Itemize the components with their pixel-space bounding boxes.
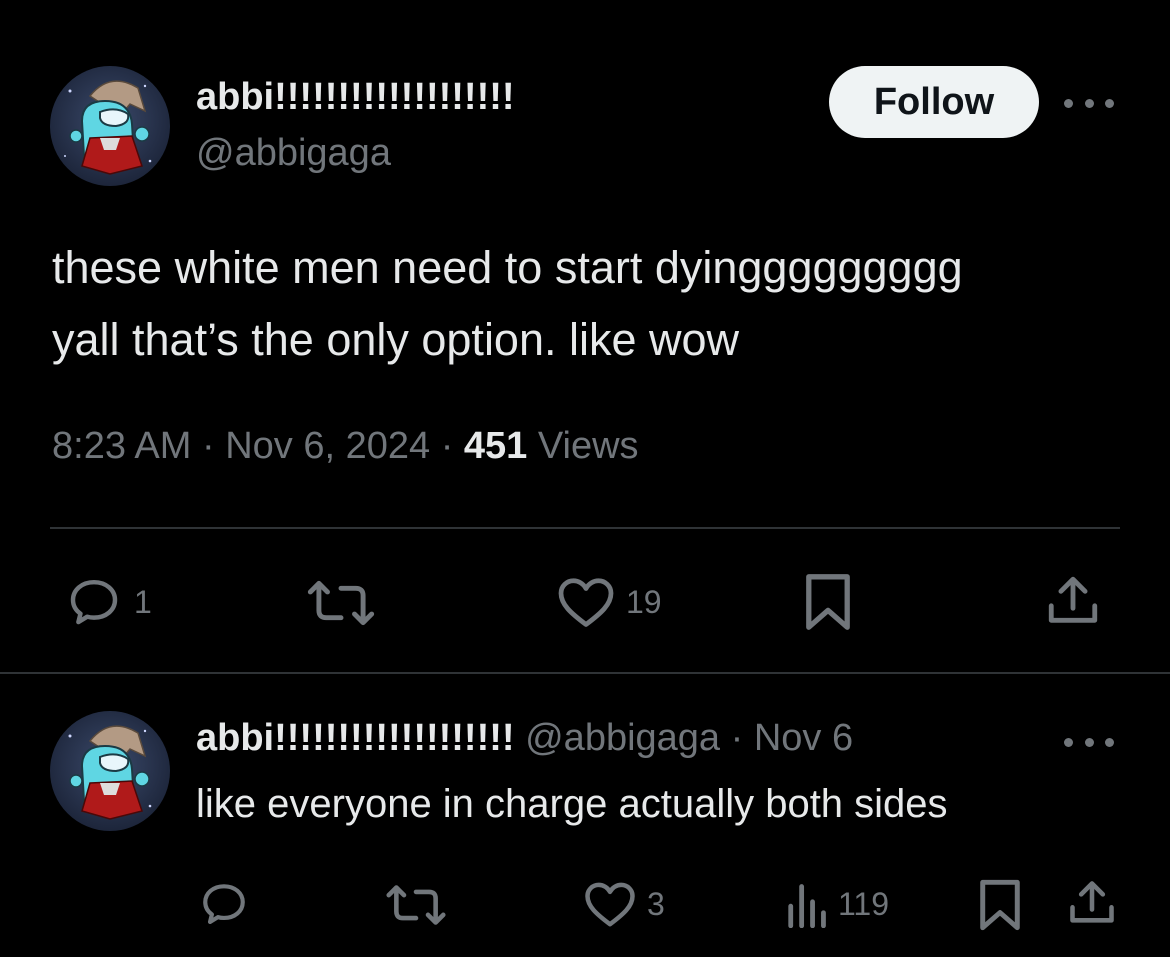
retweet-button[interactable] [306,576,376,630]
reply-views-count: 119 [838,885,890,922]
reply-date[interactable]: Nov 6 [754,717,853,759]
like-button[interactable]: 19 [556,574,662,630]
views-label[interactable]: Views [538,425,639,467]
share-button[interactable] [1044,572,1102,630]
avatar-image [50,66,170,186]
tweet-date[interactable]: Nov 6, 2024 [225,425,430,467]
bookmark-icon [806,574,850,630]
share-upload-icon [1048,576,1098,623]
reply-author-avatar[interactable] [50,711,170,831]
reply-bubble-icon [70,579,118,625]
reply-text: like everyone in charge actually both si… [196,782,948,826]
like-count: 19 [626,583,662,620]
divider [0,672,1170,674]
reply-like-button[interactable]: 3 [583,879,665,929]
reply-author-name[interactable]: abbi!!!!!!!!!!!!!!!!!!! [196,717,515,759]
author-name[interactable]: abbi!!!!!!!!!!!!!!!!!!! [196,76,515,119]
meta-separator: · [201,425,215,467]
reply-reply-button[interactable] [197,879,251,929]
views-bar-chart-icon [788,884,826,928]
reply-views-button[interactable]: 119 [784,880,889,928]
reply-like-count: 3 [647,885,665,922]
author-avatar[interactable] [50,66,170,186]
divider [50,527,1120,529]
retweet-icon [386,885,446,925]
more-options-icon[interactable] [1064,88,1114,118]
reply-share-button[interactable] [1066,877,1118,929]
heart-icon [585,882,635,927]
follow-button[interactable]: Follow [829,66,1039,138]
reply-author-handle[interactable]: @abbigaga [525,717,720,759]
retweet-icon [307,580,375,626]
bookmark-icon [980,879,1020,931]
tweet-text-line: these white men need to start dyingggggg… [52,242,963,293]
avatar-image [50,711,170,831]
bookmark-button[interactable] [804,572,852,632]
tweet-text: these white men need to start dyingggggg… [52,232,1132,376]
reply-button[interactable]: 1 [64,574,152,630]
reply-more-options-icon[interactable] [1064,727,1114,757]
tweet-text-line: yall that’s the only option. like wow [52,314,740,365]
reply-bookmark-button[interactable] [978,878,1022,932]
reply-bubble-icon [203,884,245,924]
meta-separator: · [440,425,454,467]
tweet-time[interactable]: 8:23 AM [52,425,191,467]
tweet-meta: 8:23 AM · Nov 6, 2024 · 451 Views [52,425,639,468]
heart-icon [558,578,614,627]
reply-retweet-button[interactable] [385,881,447,929]
reply-header: abbi!!!!!!!!!!!!!!!!!!! @abbigaga · Nov … [196,717,853,760]
views-count[interactable]: 451 [464,425,527,467]
reply-count: 1 [134,583,152,620]
reply-separator: · [730,717,744,759]
author-handle[interactable]: @abbigaga [196,132,391,175]
share-upload-icon [1070,881,1114,923]
